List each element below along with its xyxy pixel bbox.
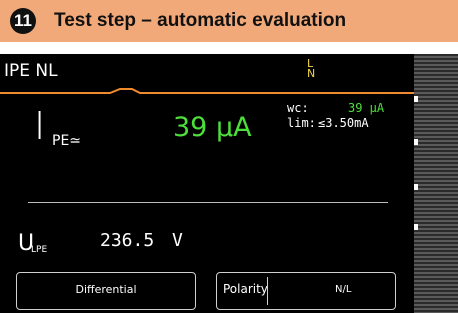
instrument-screen: IPE NL L N I PE≃ 39 µA wc: 39 µA lim: ≤3… (0, 54, 414, 313)
differential-softkey-label: Differential (75, 283, 137, 296)
strip-marker (414, 184, 418, 190)
voltage-label-subscript: LPE (31, 245, 48, 255)
polarity-softkey-separator (267, 277, 268, 305)
limit-label: lim: (287, 116, 316, 130)
differential-softkey[interactable]: Differential (16, 272, 196, 310)
worst-case-value: 39 µA (348, 101, 385, 115)
polarity-softkey-label: Polarity (223, 282, 268, 296)
limit-value: ≤3.50mA (318, 116, 369, 130)
voltage-unit: V (172, 230, 183, 251)
step-title: Test step – automatic evaluation (54, 10, 347, 31)
worst-case-label: wc: (287, 101, 309, 115)
measurement-title: IPE NL (4, 61, 58, 81)
current-label: I (34, 104, 46, 148)
phase-neutral-connection-icon: L N (307, 58, 316, 80)
current-label-subscript: PE≃ (52, 133, 82, 149)
voltage-value: 236.5 (100, 230, 155, 251)
title-underline (0, 88, 414, 94)
measured-current-value: 39 µA (173, 112, 252, 143)
section-divider (28, 202, 388, 203)
strip-marker (414, 224, 418, 230)
step-header: 11 Test step – automatic evaluation (0, 0, 458, 42)
polarity-softkey[interactable]: Polarity N/L (216, 272, 396, 310)
strip-marker (414, 96, 418, 102)
strip-marker (414, 139, 418, 145)
connection-icon-bottom: N (307, 67, 316, 80)
polarity-softkey-value: N/L (335, 284, 352, 295)
step-number-badge: 11 (10, 8, 36, 34)
side-scroll-strip[interactable] (414, 54, 458, 313)
